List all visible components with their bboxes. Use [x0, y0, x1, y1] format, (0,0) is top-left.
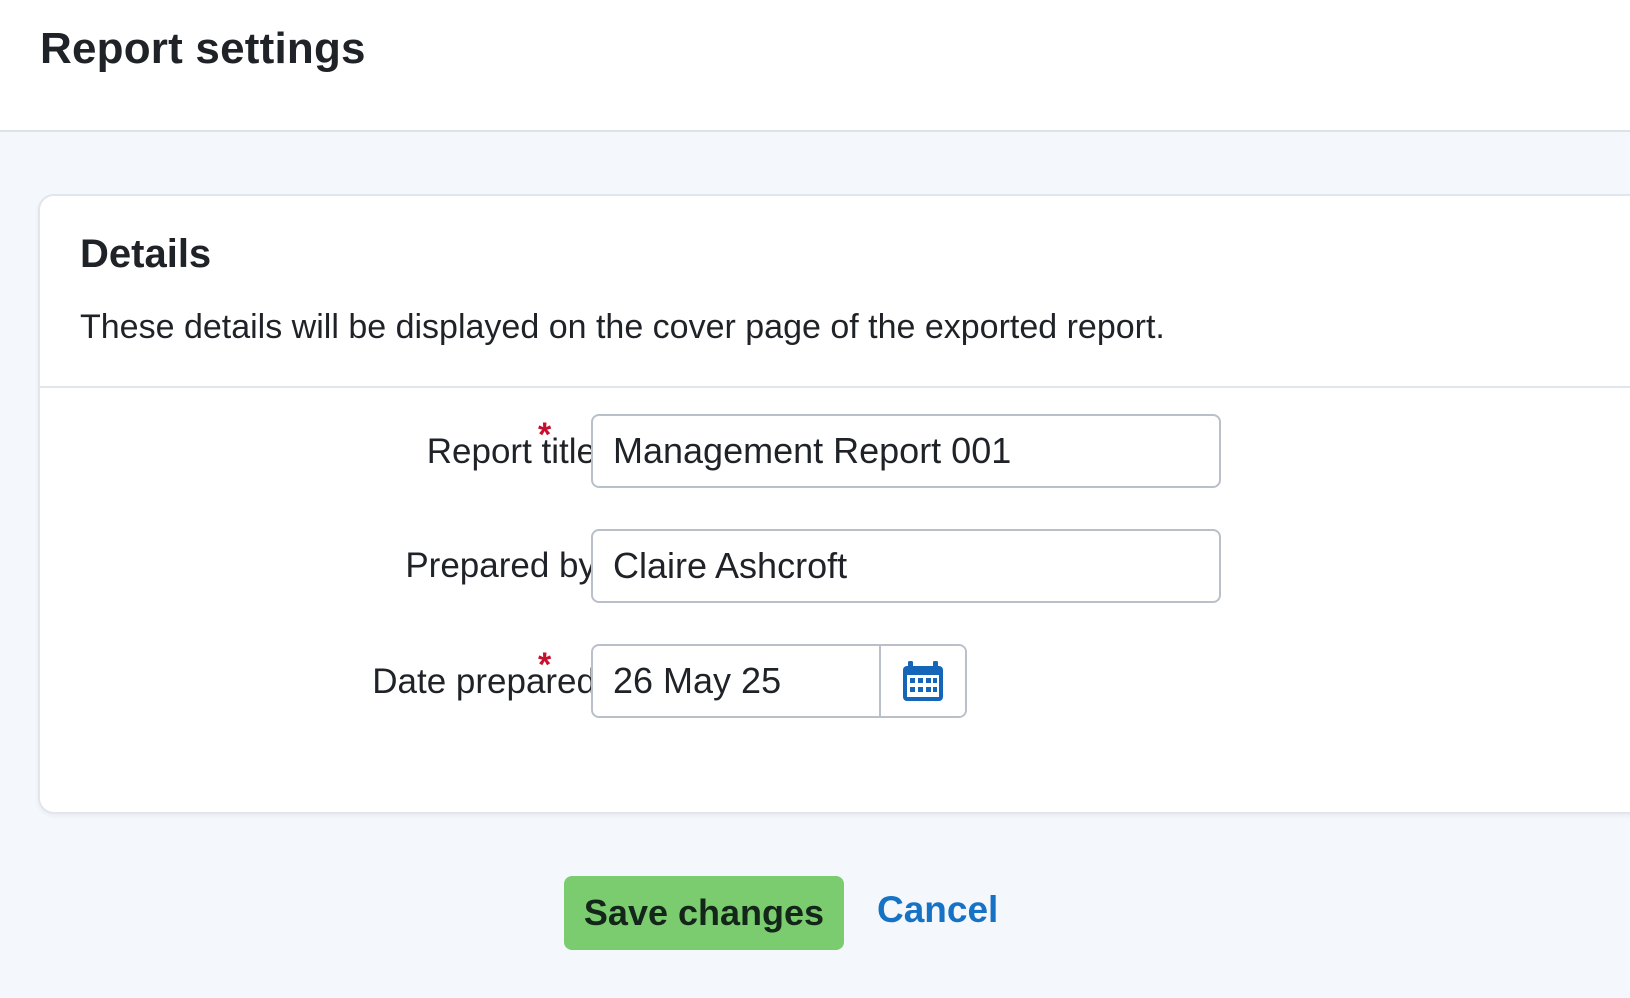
prepared-by-input[interactable]: [591, 529, 1221, 603]
prepared-by-label: Prepared by: [405, 546, 596, 585]
report-title-label: Report title: [426, 432, 596, 471]
calendar-icon: [903, 661, 943, 701]
date-prepared-input[interactable]: [593, 646, 881, 716]
report-title-input[interactable]: [591, 414, 1221, 488]
details-section-title: Details: [80, 232, 212, 276]
page-header: Report settings: [0, 0, 1630, 132]
details-card-header: Details These details will be displayed …: [40, 196, 1630, 388]
save-changes-button[interactable]: Save changes: [564, 876, 844, 950]
cancel-link[interactable]: Cancel: [877, 889, 998, 931]
date-picker-button[interactable]: [881, 646, 965, 716]
details-section-description: These details will be displayed on the c…: [80, 308, 1165, 346]
details-card: Details These details will be displayed …: [38, 194, 1630, 814]
date-prepared-required-marker: *: [538, 646, 552, 684]
date-prepared-field: [591, 644, 967, 718]
page-title: Report settings: [40, 24, 366, 73]
report-title-required-marker: *: [538, 416, 552, 454]
date-prepared-label: Date prepared: [372, 662, 596, 701]
